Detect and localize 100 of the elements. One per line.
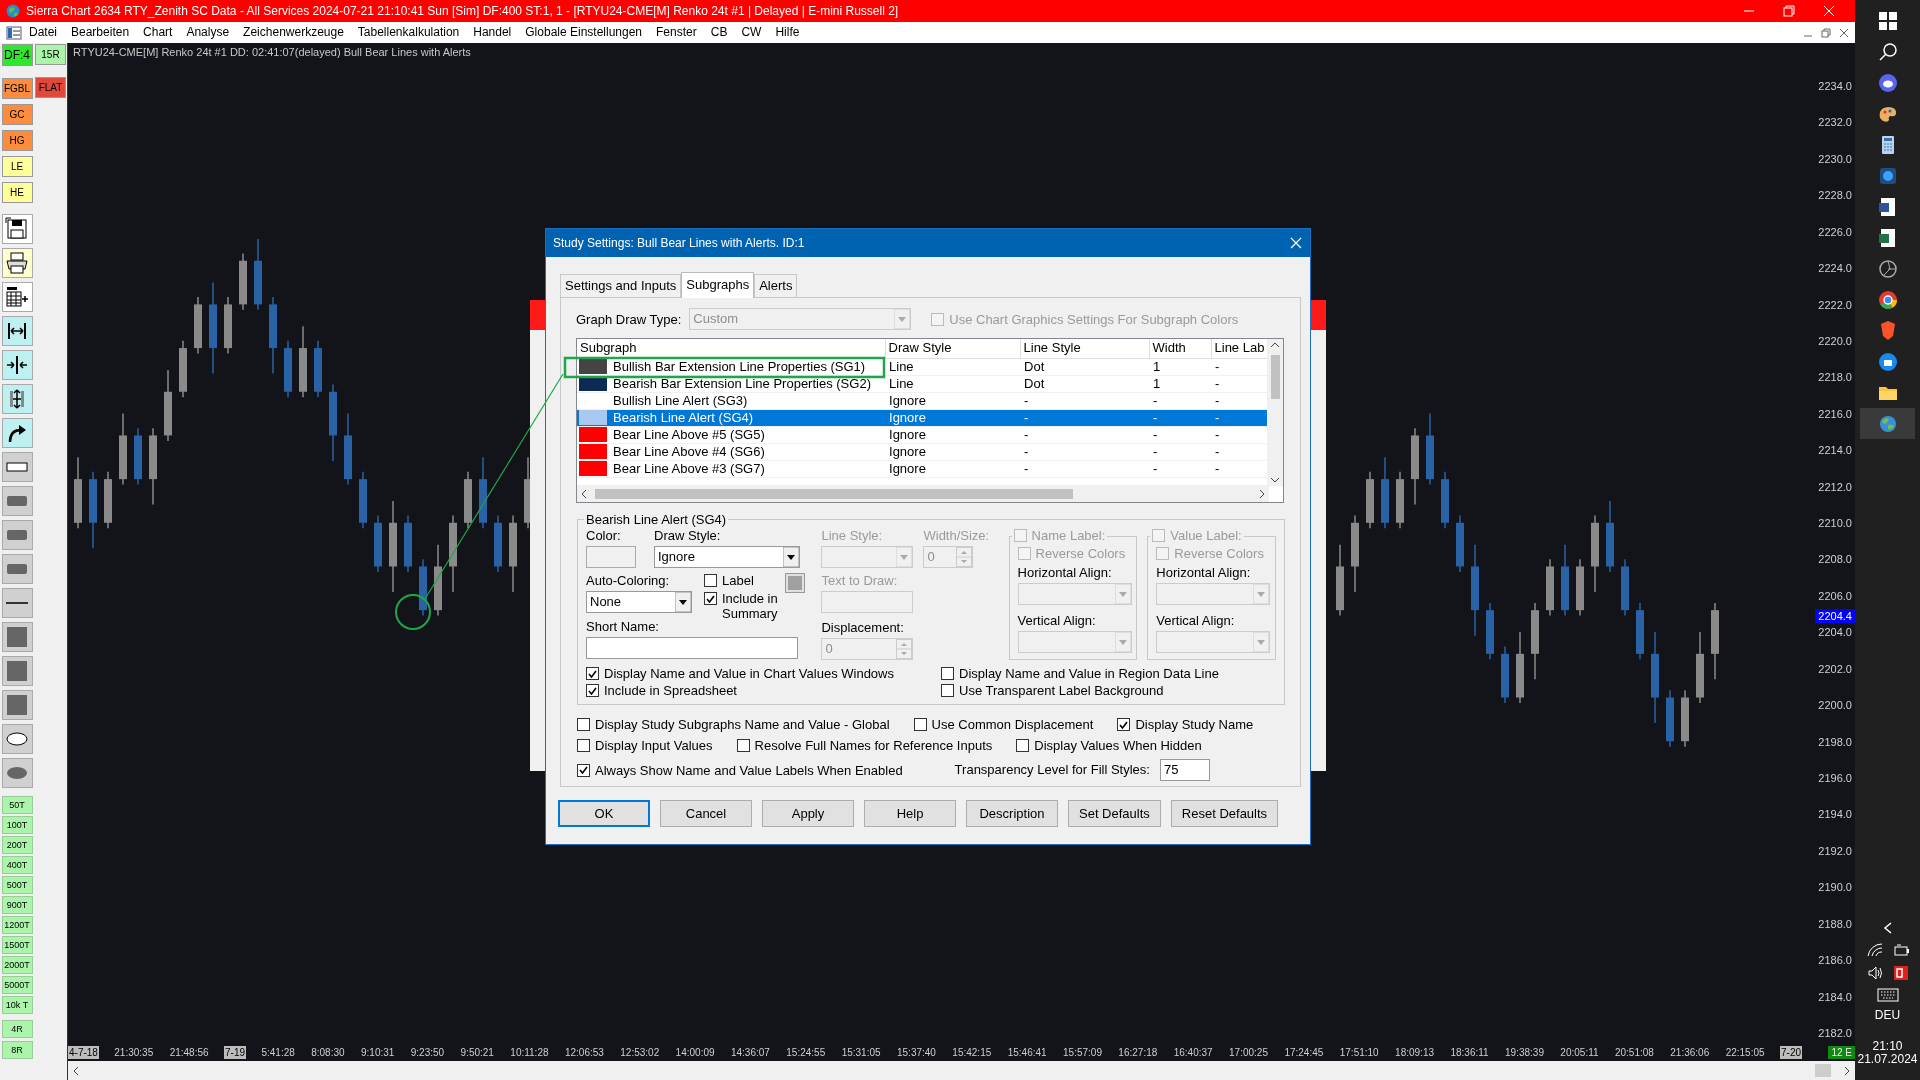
column-header[interactable]: Line Style [1020,339,1149,358]
bar-period-button[interactable]: 900T [1,896,33,914]
checkbox[interactable]: Always Show Name and Value Labels When Enabled [577,762,903,778]
renko-button[interactable]: 8R [1,1041,33,1059]
text-field[interactable]: 75 [1159,759,1210,781]
menu-item[interactable]: Tabellenkalkulation [350,25,467,40]
column-header[interactable]: Width [1149,339,1211,358]
dropdown[interactable]: None [586,591,692,613]
scroll-left-icon[interactable] [72,1065,80,1076]
bar-period-button[interactable]: 2000T [1,956,33,974]
scroll-left-icon[interactable] [580,488,588,499]
dialog-button[interactable]: Description [966,800,1058,827]
scroll-up-icon[interactable] [1270,341,1280,349]
keyboard-icon[interactable] [1876,988,1899,1003]
checkbox[interactable]: Display Study Name [1117,717,1254,732]
bar-period-button[interactable]: 50T [1,796,33,814]
clock[interactable]: 21:10 21.07.2024 [1857,1039,1918,1066]
tool-button[interactable] [1,588,33,618]
menu-item[interactable]: Globale Einstellungen [518,25,650,40]
dialog-button[interactable]: OK [558,800,650,827]
dropdown[interactable]: Ignore [654,546,800,568]
checkbox[interactable]: Display Name and Value in Chart Values Windows [586,666,941,681]
language-indicator[interactable]: DEU [1874,1009,1901,1023]
tab[interactable]: Settings and Inputs [560,274,682,297]
symbol-button[interactable]: GC [1,104,33,125]
dialog-button[interactable]: Reset Defaults [1170,800,1279,827]
symbol-button[interactable]: HG [1,130,33,151]
menu-item[interactable]: CB [703,25,735,40]
menu-item[interactable]: Handel [466,25,519,40]
app-menu-icon[interactable] [6,25,22,40]
tool-button[interactable] [1,248,33,278]
restore-icon[interactable] [1821,27,1831,38]
checkbox[interactable]: Use Common Displacement [913,717,1094,732]
restore-icon[interactable] [1783,5,1795,17]
menu-item[interactable]: Bearbeiten [64,25,137,40]
bar-period-button[interactable]: 100T [1,816,33,834]
dialog-button[interactable]: Help [864,800,956,827]
dialog-button[interactable]: Cancel [660,800,752,827]
bar-period-button[interactable]: 5000T [1,976,33,994]
bar-period-button[interactable]: 500T [1,876,33,894]
bar-period-button[interactable]: 10k T [1,996,33,1014]
checkbox[interactable]: Display Study Subgraphs Name and Value - Global [577,717,890,732]
bar-period-button[interactable]: 1500T [1,936,33,954]
bar-period-button[interactable]: 400T [1,856,33,874]
symbol-button[interactable]: LE [1,156,33,177]
tool-button[interactable] [1,214,33,244]
checkbox[interactable]: Include in Summary [704,591,788,621]
bar-period-button[interactable]: 200T [1,836,33,854]
renko-button[interactable]: 4R [1,1020,33,1038]
checkbox[interactable]: Display Values When Hidden [1016,738,1202,753]
tab[interactable]: Alerts [754,274,798,297]
scrollbar[interactable] [68,1061,1855,1080]
column-header[interactable]: Draw Style [885,339,1020,358]
scroll-right-icon[interactable] [1843,1065,1851,1076]
text-field[interactable] [586,637,798,659]
scroll-down-icon[interactable] [1270,476,1280,484]
menu-item[interactable]: Datei [22,25,64,40]
column-header[interactable]: Subgraph [577,339,885,358]
menu-item[interactable]: Zeichenwerkzeuge [236,25,351,40]
scroll-right-icon[interactable] [1258,488,1266,499]
close-icon[interactable] [1839,27,1849,38]
candlestick [284,340,292,398]
tool-button[interactable] [1,384,33,414]
scroll-thumb[interactable] [1270,355,1280,399]
checkbox[interactable]: Use Transparent Label Background [941,683,1276,698]
scrollbar[interactable] [577,485,1269,502]
app-icon[interactable] [1892,965,1909,982]
tool-button[interactable] [1,316,33,346]
mode-button[interactable]: FLAT [35,77,66,98]
symbol-button[interactable]: FGBL [1,78,33,99]
menu-item[interactable]: Hilfe [768,25,807,40]
dialog-button[interactable]: Apply [762,800,854,827]
scroll-thumb[interactable] [1815,1064,1831,1077]
checkbox[interactable]: Display Name and Value in Region Data Line [941,666,1276,681]
bar-period-button[interactable]: 1200T [1,916,33,934]
checkbox[interactable]: Label [704,573,754,588]
symbol-button[interactable]: DF:4 [1,44,33,66]
speaker-icon[interactable] [1866,965,1885,982]
dialog-button[interactable]: Set Defaults [1068,800,1161,827]
tool-button[interactable] [1,282,33,312]
tool-button[interactable] [1,350,33,380]
checkbox[interactable]: Include in Spreadsheet [586,683,941,698]
chevron-icon[interactable] [1881,921,1894,936]
tab[interactable]: Subgraphs [681,272,755,298]
wifi-icon[interactable] [1865,942,1884,959]
menu-item[interactable]: Chart [136,25,180,40]
tool-button[interactable] [1,724,33,754]
color-swatch[interactable] [586,546,636,568]
menu-item[interactable]: CW [734,25,769,40]
tool-button[interactable] [1,418,33,448]
battery-icon[interactable] [1891,942,1910,959]
color-swatch[interactable] [785,573,806,593]
scrollbar[interactable] [1267,339,1283,486]
scroll-thumb[interactable] [595,488,1073,499]
checkbox[interactable]: Display Input Values [577,738,713,753]
symbol-button[interactable]: HE [1,182,33,203]
menu-item[interactable]: Analyse [179,25,237,40]
mode-button[interactable]: 15R [35,44,66,65]
menu-item[interactable]: Fenster [649,25,704,40]
checkbox[interactable]: Resolve Full Names for Reference Inputs [736,738,993,753]
